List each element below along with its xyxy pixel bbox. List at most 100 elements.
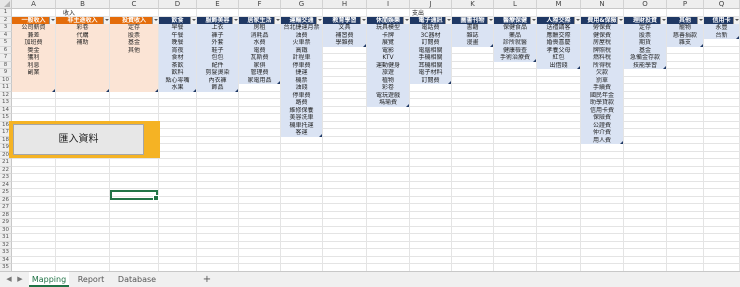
category-item-cell[interactable] <box>56 46 109 54</box>
filter-dropdown-icon[interactable] <box>49 16 55 24</box>
category-item-cell[interactable]: 代購 <box>56 31 109 39</box>
category-item-cell[interactable]: 診所就醫 <box>494 39 536 47</box>
column-header[interactable]: N <box>581 0 624 9</box>
category-item-cell[interactable]: 停車費 <box>281 91 322 99</box>
category-item-cell[interactable]: 宵夜 <box>159 46 196 54</box>
category-item-cell[interactable]: 家俱 <box>239 61 280 69</box>
filter-dropdown-icon[interactable] <box>733 16 739 24</box>
category-item-cell[interactable]: 電影 <box>367 46 409 54</box>
category-item-cell[interactable]: 台新 <box>704 31 739 39</box>
category-item-cell[interactable]: 美容洗車 <box>281 114 322 122</box>
filter-dropdown-icon[interactable] <box>445 16 451 24</box>
category-item-cell[interactable]: 電腦相關 <box>410 46 451 54</box>
row-header[interactable]: 9 <box>0 69 12 77</box>
category-item-cell[interactable]: 技能學習 <box>624 61 666 69</box>
filter-dropdown-icon[interactable] <box>274 16 280 24</box>
table-resize-handle-icon[interactable] <box>363 43 366 47</box>
filter-dropdown-icon[interactable] <box>360 16 366 24</box>
category-item-cell[interactable]: 茶飲 <box>159 61 196 69</box>
filter-dropdown-icon[interactable] <box>403 16 409 24</box>
group-title-expense[interactable]: 支出 <box>412 10 424 18</box>
category-item-cell[interactable]: 火車票 <box>281 39 322 47</box>
category-item-cell[interactable]: 保健食品 <box>494 24 536 32</box>
category-item-cell[interactable]: 電費 <box>239 46 280 54</box>
row-header[interactable]: 7 <box>0 54 12 62</box>
category-item-cell[interactable]: 補助 <box>56 39 109 47</box>
category-header[interactable]: 電子通訊 <box>410 16 451 24</box>
filter-dropdown-icon[interactable] <box>660 16 666 24</box>
category-item-cell[interactable]: 公證費 <box>581 121 623 129</box>
category-item-cell[interactable]: 副業 <box>12 69 55 77</box>
category-item-cell[interactable]: 欠款 <box>581 69 623 77</box>
column-header[interactable]: C <box>110 0 159 9</box>
row-header[interactable]: 23 <box>0 174 12 182</box>
import-data-button[interactable]: 匯入資料 <box>13 124 144 155</box>
tab-mapping[interactable]: Mapping <box>29 272 69 287</box>
category-item-cell[interactable]: 點心零嘴 <box>159 76 196 84</box>
category-item-cell[interactable]: 加班費 <box>12 39 55 47</box>
row-header[interactable]: 22 <box>0 166 12 174</box>
category-item-cell[interactable]: 學雜費 <box>323 39 366 47</box>
category-item-cell[interactable]: 瑪瑜費 <box>367 99 409 107</box>
category-item-cell[interactable]: 基金 <box>624 46 666 54</box>
category-item-cell[interactable]: 耳機相關 <box>410 61 451 69</box>
row-header[interactable]: 35 <box>0 264 12 271</box>
table-resize-handle-icon[interactable] <box>235 88 238 92</box>
category-item-cell[interactable] <box>56 69 109 77</box>
filter-dropdown-icon[interactable] <box>316 16 322 24</box>
category-item-cell[interactable]: 訂閱費 <box>410 39 451 47</box>
category-item-cell[interactable]: 玩具模型 <box>367 24 409 32</box>
column-header[interactable]: M <box>537 0 581 9</box>
category-item-cell[interactable]: 路費 <box>281 99 322 107</box>
column-header[interactable]: F <box>239 0 281 9</box>
table-resize-handle-icon[interactable] <box>700 43 703 47</box>
table-resize-handle-icon[interactable] <box>193 88 196 92</box>
category-header[interactable]: 人際交際 <box>537 16 580 24</box>
table-resize-handle-icon[interactable] <box>577 66 580 69</box>
row-header[interactable]: 8 <box>0 61 12 69</box>
category-header[interactable]: 休閒娛樂 <box>367 16 409 24</box>
category-item-cell[interactable]: 燃料稅 <box>581 54 623 62</box>
category-item-cell[interactable]: 上衣 <box>197 24 238 32</box>
category-item-cell[interactable]: 捷運 <box>281 69 322 77</box>
category-header[interactable]: 投資收入 <box>110 16 158 24</box>
row-header[interactable]: 25 <box>0 189 12 197</box>
category-item-cell[interactable]: 信用卡費 <box>581 106 623 114</box>
select-all-corner[interactable] <box>0 0 12 9</box>
category-item-cell[interactable]: 基金 <box>110 39 158 47</box>
row-header[interactable]: 1 <box>0 9 12 17</box>
category-item-cell[interactable]: 定存 <box>624 24 666 32</box>
table-resize-handle-icon[interactable] <box>52 88 55 92</box>
category-item-cell[interactable]: 剪髮燙染 <box>197 69 238 77</box>
category-item-cell[interactable]: 水費 <box>239 39 280 47</box>
row-header[interactable]: 4 <box>0 31 12 39</box>
category-item-cell[interactable]: 旅遊 <box>367 69 409 77</box>
category-item-cell[interactable]: 彩卷 <box>56 24 109 32</box>
category-item-cell[interactable]: 計程車 <box>281 54 322 62</box>
filter-dropdown-icon[interactable] <box>617 16 623 24</box>
column-header[interactable]: B <box>56 0 110 9</box>
spreadsheet-grid[interactable]: ABCDEFGHIJKLMNOPQ 1 2 3 4 5 6 7 8 9 10 11 12 13 14 15 1… <box>0 0 740 271</box>
category-item-cell[interactable]: 高鐵 <box>281 46 322 54</box>
category-item-cell[interactable]: 定存 <box>110 24 158 32</box>
category-item-cell[interactable]: 手術治療費 <box>494 54 536 62</box>
category-item-cell[interactable]: 家電用品 <box>239 76 280 84</box>
filter-dropdown-icon[interactable] <box>487 16 493 24</box>
category-item-cell[interactable]: 電話費 <box>410 24 451 32</box>
category-item-cell[interactable]: 褲子 <box>197 31 238 39</box>
category-item-cell[interactable]: 停車費 <box>281 61 322 69</box>
column-header[interactable]: D <box>159 0 197 9</box>
category-item-cell[interactable]: 機票 <box>281 76 322 84</box>
category-item-cell[interactable]: 配件 <box>197 61 238 69</box>
table-resize-handle-icon[interactable] <box>406 103 409 107</box>
category-item-cell[interactable]: 婚喪喜慶 <box>537 39 580 47</box>
category-item-cell[interactable]: 孝養父母 <box>537 46 580 54</box>
row-header[interactable]: 33 <box>0 249 12 257</box>
filter-dropdown-icon[interactable] <box>232 16 238 24</box>
category-item-cell[interactable] <box>110 54 158 62</box>
category-item-cell[interactable]: 房屋稅 <box>581 39 623 47</box>
filter-dropdown-icon[interactable] <box>190 16 196 24</box>
category-header[interactable]: 非主途收入 <box>56 16 109 24</box>
category-item-cell[interactable]: 內衣褲 <box>197 76 238 84</box>
category-item-cell[interactable]: 漫畫 <box>452 39 493 47</box>
